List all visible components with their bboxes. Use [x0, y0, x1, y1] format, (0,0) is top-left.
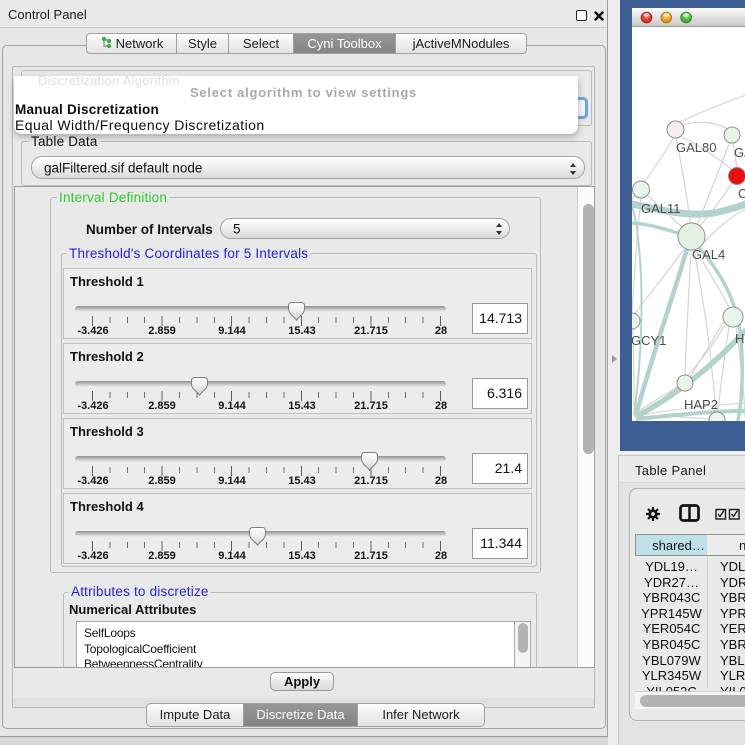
svg-text:GCY1: GCY1 [632, 333, 666, 348]
svg-text:GAL11: GAL11 [641, 201, 681, 216]
svg-text:GAL80: GAL80 [676, 140, 716, 155]
svg-text:GA…: GA… [734, 145, 745, 160]
svg-text:GAL4: GAL4 [692, 247, 725, 262]
svg-text:C: C [738, 186, 745, 201]
svg-text:H: H [735, 331, 744, 346]
svg-text:HAP2: HAP2 [684, 397, 718, 412]
